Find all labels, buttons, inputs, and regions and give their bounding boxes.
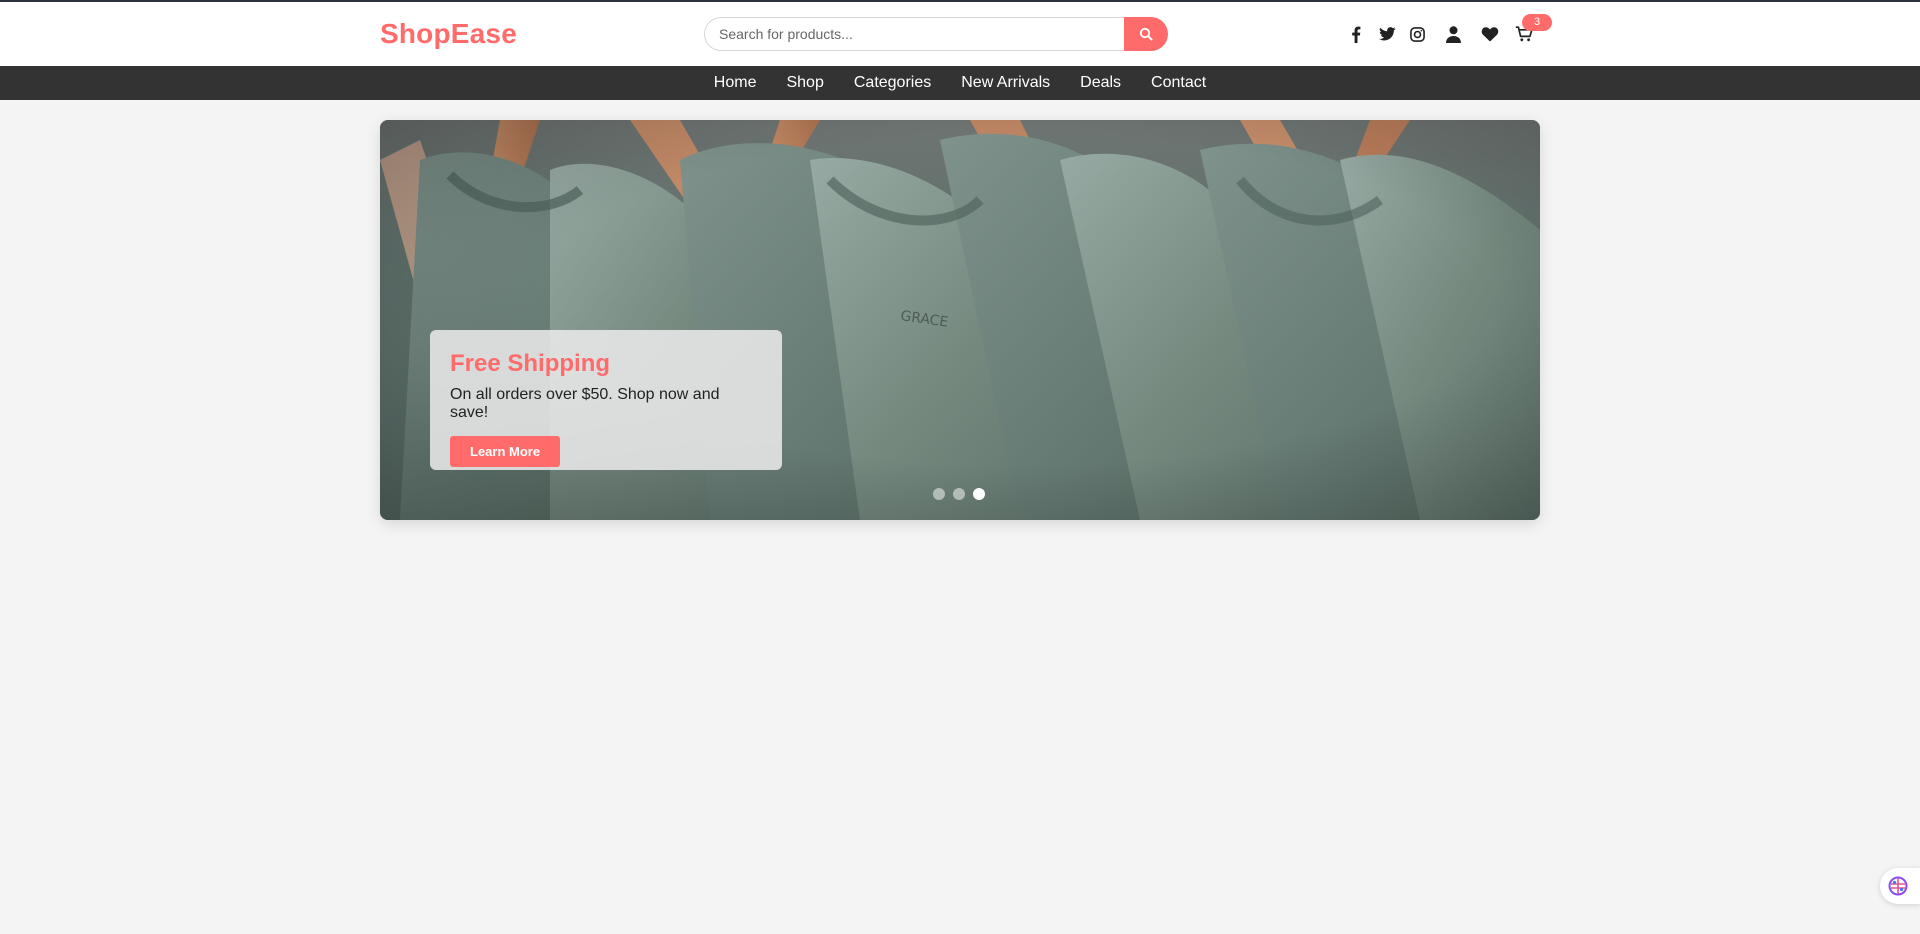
search-input[interactable] [704, 17, 1124, 51]
account-button[interactable] [1444, 22, 1462, 46]
cart-count-badge: 3 [1522, 14, 1552, 31]
promo-description: On all orders over $50. Shop now and sav… [450, 386, 720, 421]
nav-item-contact[interactable]: Contact [1136, 66, 1221, 100]
search-bar [704, 17, 1168, 51]
promo-title: Free Shipping [450, 350, 611, 377]
twitter-link[interactable] [1378, 22, 1396, 46]
nav-item-categories[interactable]: Categories [839, 66, 946, 100]
nav-item-new-arrivals[interactable]: New Arrivals [946, 66, 1065, 100]
carousel-dot-2[interactable] [953, 488, 965, 500]
nav-item-deals[interactable]: Deals [1065, 66, 1136, 100]
instagram-icon [1409, 26, 1425, 42]
site-logo[interactable]: ShopEase [380, 18, 517, 50]
carousel-dot-1[interactable] [933, 488, 945, 500]
assistant-widget-button[interactable] [1880, 868, 1920, 904]
learn-more-button[interactable]: Learn More [450, 436, 561, 467]
search-button[interactable] [1124, 17, 1168, 51]
brain-icon [1888, 876, 1908, 896]
user-icon [1445, 25, 1461, 43]
instagram-link[interactable] [1408, 22, 1426, 46]
header-icons: 3 [1348, 14, 1552, 46]
site-header: ShopEase Search for products... 3 [0, 2, 1920, 66]
wishlist-button[interactable] [1480, 22, 1500, 46]
promo-card: Free Shipping On all orders over $50. Sh… [430, 330, 782, 470]
nav-item-home[interactable]: Home [699, 66, 772, 100]
facebook-icon [1352, 26, 1361, 43]
hero-carousel: GRACE Free Shipping On all orders over $… [380, 120, 1540, 520]
carousel-indicators [933, 488, 993, 500]
heart-icon [1481, 27, 1499, 42]
cart-button[interactable]: 3 [1514, 14, 1552, 46]
twitter-icon [1378, 27, 1396, 41]
search-icon [1139, 27, 1153, 41]
nav-item-shop[interactable]: Shop [771, 66, 838, 100]
main-nav: Home Shop Categories New Arrivals Deals … [0, 66, 1920, 100]
facebook-link[interactable] [1348, 22, 1364, 46]
carousel-dot-3[interactable] [973, 488, 985, 500]
